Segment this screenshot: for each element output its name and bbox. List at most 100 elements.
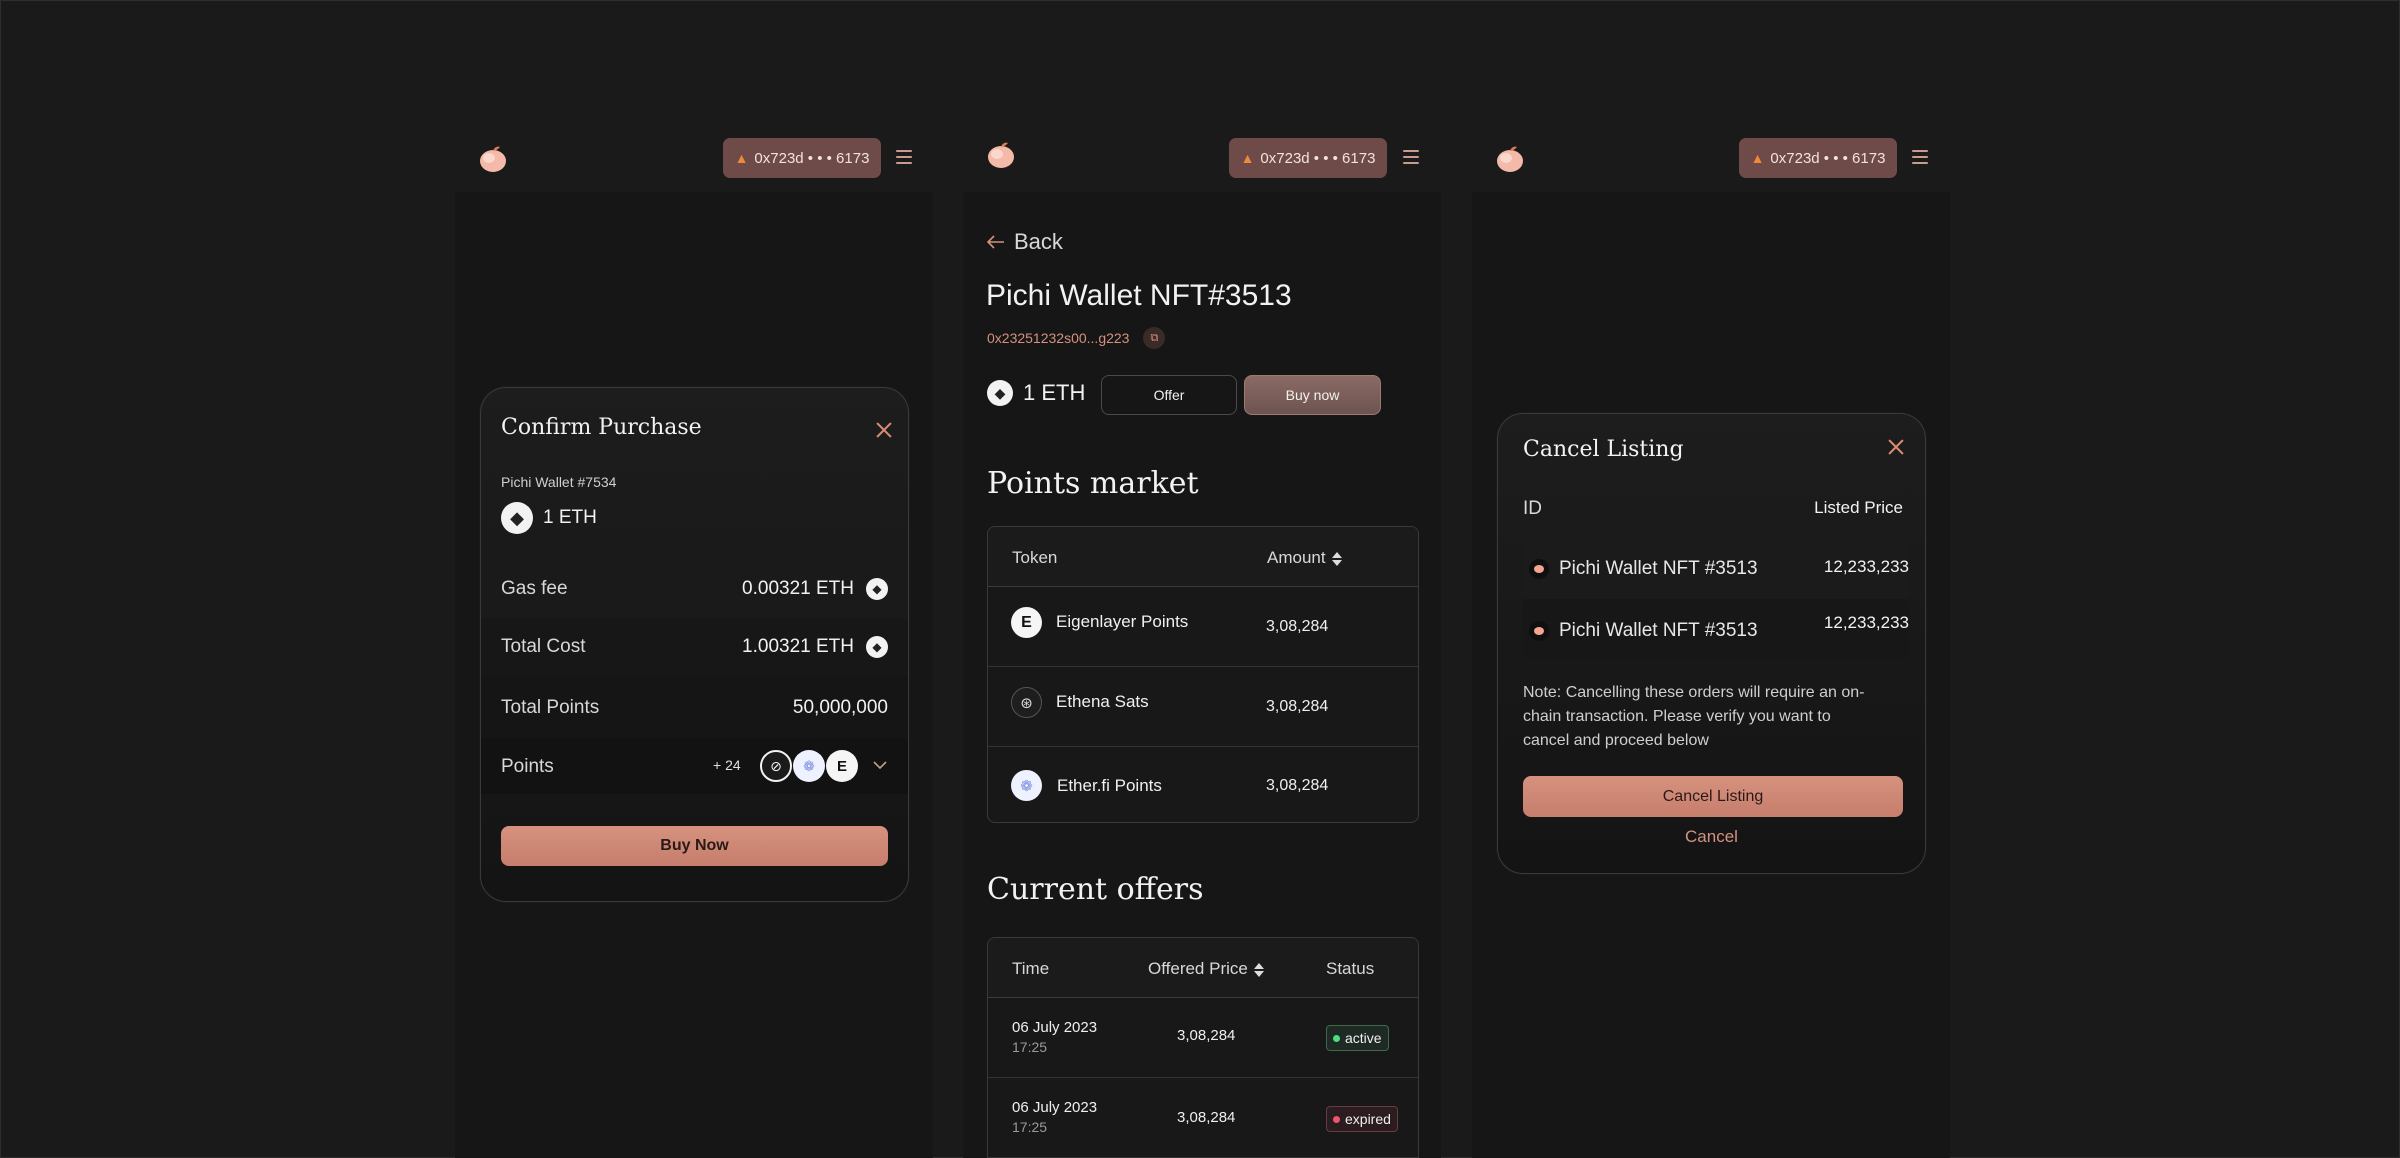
points-market-table: Token Amount E Eigenlayer Points 3,08,28…	[987, 526, 1419, 823]
current-offers-table: Time Offered Price Status 06 July 2023 1…	[987, 937, 1419, 1158]
back-label: Back	[1014, 229, 1063, 254]
sort-icon	[1331, 551, 1342, 567]
offer-price: 3,08,284	[1177, 1027, 1236, 1044]
listing-price: 12,233,233	[1823, 557, 1909, 576]
peach-token-icon	[1529, 559, 1549, 579]
token-name: Ethena Sats	[1056, 692, 1149, 711]
copy-icon[interactable]: ⧉	[1143, 327, 1166, 349]
table-row[interactable]: ❁ Ether.fi Points 3,08,284	[988, 747, 1418, 822]
column-offered-price[interactable]: Offered Price	[1148, 959, 1264, 979]
cancel-listing-label: Cancel Listing	[1662, 787, 1764, 805]
menu-icon[interactable]	[1912, 150, 1928, 164]
nft-price: ◆ 1 ETH	[987, 380, 1085, 406]
gas-fee-value: 0.00321 ETH	[742, 578, 854, 599]
cancel-link[interactable]: Cancel	[1498, 827, 1925, 847]
status-badge: active	[1326, 1025, 1389, 1051]
etherfi-token-icon: ❁	[793, 750, 825, 782]
token-amount: 3,08,284	[1266, 698, 1329, 715]
status-label: active	[1345, 1030, 1382, 1046]
buy-now-label: Buy Now	[660, 837, 729, 854]
wallet-address: 0x723d • • • 6173	[1260, 149, 1376, 167]
metamask-fox-icon: ▲	[1240, 150, 1255, 166]
offer-button[interactable]: Offer	[1101, 375, 1237, 415]
buy-now-button[interactable]: Buy Now	[501, 826, 888, 866]
close-icon[interactable]	[1887, 438, 1905, 456]
total-points-label: Total Points	[501, 697, 600, 718]
swell-token-icon: ⊘	[760, 750, 792, 782]
column-amount[interactable]: Amount	[1267, 548, 1342, 568]
cancel-listing-button[interactable]: Cancel Listing	[1523, 776, 1903, 817]
listing-price: 12,233,233	[1823, 613, 1909, 632]
contract-address: 0x23251232s00...g223	[987, 330, 1130, 346]
total-points-row: Total Points 50,000,000	[481, 676, 908, 738]
menu-icon[interactable]	[896, 150, 912, 164]
metamask-fox-icon: ▲	[1750, 150, 1765, 166]
table-header: Time Offered Price Status	[988, 938, 1418, 998]
nft-price-value: 1 ETH	[1023, 380, 1086, 405]
wallet-address-pill[interactable]: ▲ 0x723d • • • 6173	[723, 138, 881, 178]
peach-logo-icon[interactable]	[478, 145, 508, 173]
token-name: Ether.fi Points	[1057, 776, 1162, 795]
metamask-fox-icon: ▲	[734, 150, 749, 166]
column-offered-price-label: Offered Price	[1148, 959, 1248, 978]
ethereum-icon: ◆	[987, 380, 1013, 406]
eigenlayer-token-icon: E	[1011, 607, 1042, 638]
offer-label: Offer	[1153, 387, 1185, 403]
peach-token-icon	[1529, 621, 1549, 641]
gas-fee-label: Gas fee	[501, 578, 568, 599]
ethereum-icon: ◆	[866, 578, 888, 600]
column-amount-label: Amount	[1267, 548, 1326, 567]
nft-title: Pichi Wallet NFT#3513	[986, 279, 1292, 312]
peach-logo-icon[interactable]	[1495, 145, 1525, 173]
total-cost-label: Total Cost	[501, 636, 586, 657]
cancel-link-label: Cancel	[1685, 827, 1738, 846]
offer-time: 17:25	[1012, 1119, 1048, 1135]
wallet-address-pill[interactable]: ▲ 0x723d • • • 6173	[1229, 138, 1387, 178]
eigenlayer-token-icon: E	[826, 750, 858, 782]
listing-row[interactable]: Pichi Wallet NFT #3513 12,233,233	[1523, 539, 1909, 599]
close-icon[interactable]	[875, 421, 893, 439]
confirm-purchase-screen: ▲ 0x723d • • • 6173 Confirm Purchase Pic…	[455, 130, 933, 1158]
item-price-value: 1 ETH	[543, 507, 597, 528]
listing-name: Pichi Wallet NFT #3513	[1559, 558, 1758, 579]
status-dot	[1333, 1115, 1340, 1123]
menu-icon[interactable]	[1403, 150, 1419, 164]
wallet-address-pill[interactable]: ▲ 0x723d • • • 6173	[1739, 138, 1897, 178]
table-header: Token Amount	[988, 527, 1418, 587]
ethena-token-icon: ⊛	[1011, 687, 1042, 718]
nft-detail-screen: ▲ 0x723d • • • 6173 Back Pichi Wallet NF…	[963, 130, 1441, 1158]
listing-row[interactable]: Pichi Wallet NFT #3513 12,233,233	[1523, 599, 1909, 659]
confirm-purchase-modal: Confirm Purchase Pichi Wallet #7534 ◆ 1 …	[480, 387, 909, 902]
buy-now-button[interactable]: Buy now	[1244, 375, 1381, 415]
column-listed-price: Listed Price	[1814, 498, 1903, 517]
etherfi-token-icon: ❁	[1011, 770, 1042, 801]
table-row[interactable]: 06 July 2023 17:25 3,08,284 active	[988, 998, 1418, 1078]
offer-date: 06 July 2023	[1012, 1099, 1098, 1116]
table-row[interactable]: 06 July 2023 17:25 3,08,284 expired	[988, 1078, 1418, 1158]
modal-title: Cancel Listing	[1523, 437, 1684, 462]
token-amount: 3,08,284	[1266, 618, 1329, 635]
table-row[interactable]: ⊛ Ethena Sats 3,08,284	[988, 667, 1418, 747]
back-link[interactable]: Back	[987, 229, 1063, 255]
arrow-left-icon	[987, 235, 1004, 249]
table-row[interactable]: E Eigenlayer Points 3,08,284	[988, 587, 1418, 667]
ethereum-icon: ◆	[866, 636, 888, 658]
points-row[interactable]: Points + 24 ⊘ ❁ E	[481, 738, 908, 794]
peach-logo-icon[interactable]	[986, 141, 1016, 169]
item-name: Pichi Wallet #7534	[501, 474, 617, 490]
column-time: Time	[1012, 959, 1050, 978]
item-price: ◆ 1 ETH	[501, 502, 597, 534]
offer-date: 06 July 2023	[1012, 1019, 1098, 1036]
points-market-heading: Points market	[987, 466, 1199, 501]
chevron-down-icon[interactable]	[873, 760, 887, 770]
modal-title: Confirm Purchase	[501, 415, 702, 440]
token-amount: 3,08,284	[1266, 777, 1329, 794]
offer-price: 3,08,284	[1177, 1109, 1236, 1126]
status-label: expired	[1345, 1111, 1391, 1127]
cancel-listing-screen: ▲ 0x723d • • • 6173 Cancel Listing ID Li…	[1472, 130, 1950, 1158]
cancel-listing-modal: Cancel Listing ID Listed Price Pichi Wal…	[1497, 413, 1926, 874]
ethereum-icon: ◆	[501, 502, 533, 534]
buy-now-label: Buy now	[1285, 387, 1340, 403]
wallet-address: 0x723d • • • 6173	[1770, 149, 1886, 167]
points-label: Points	[501, 756, 554, 777]
